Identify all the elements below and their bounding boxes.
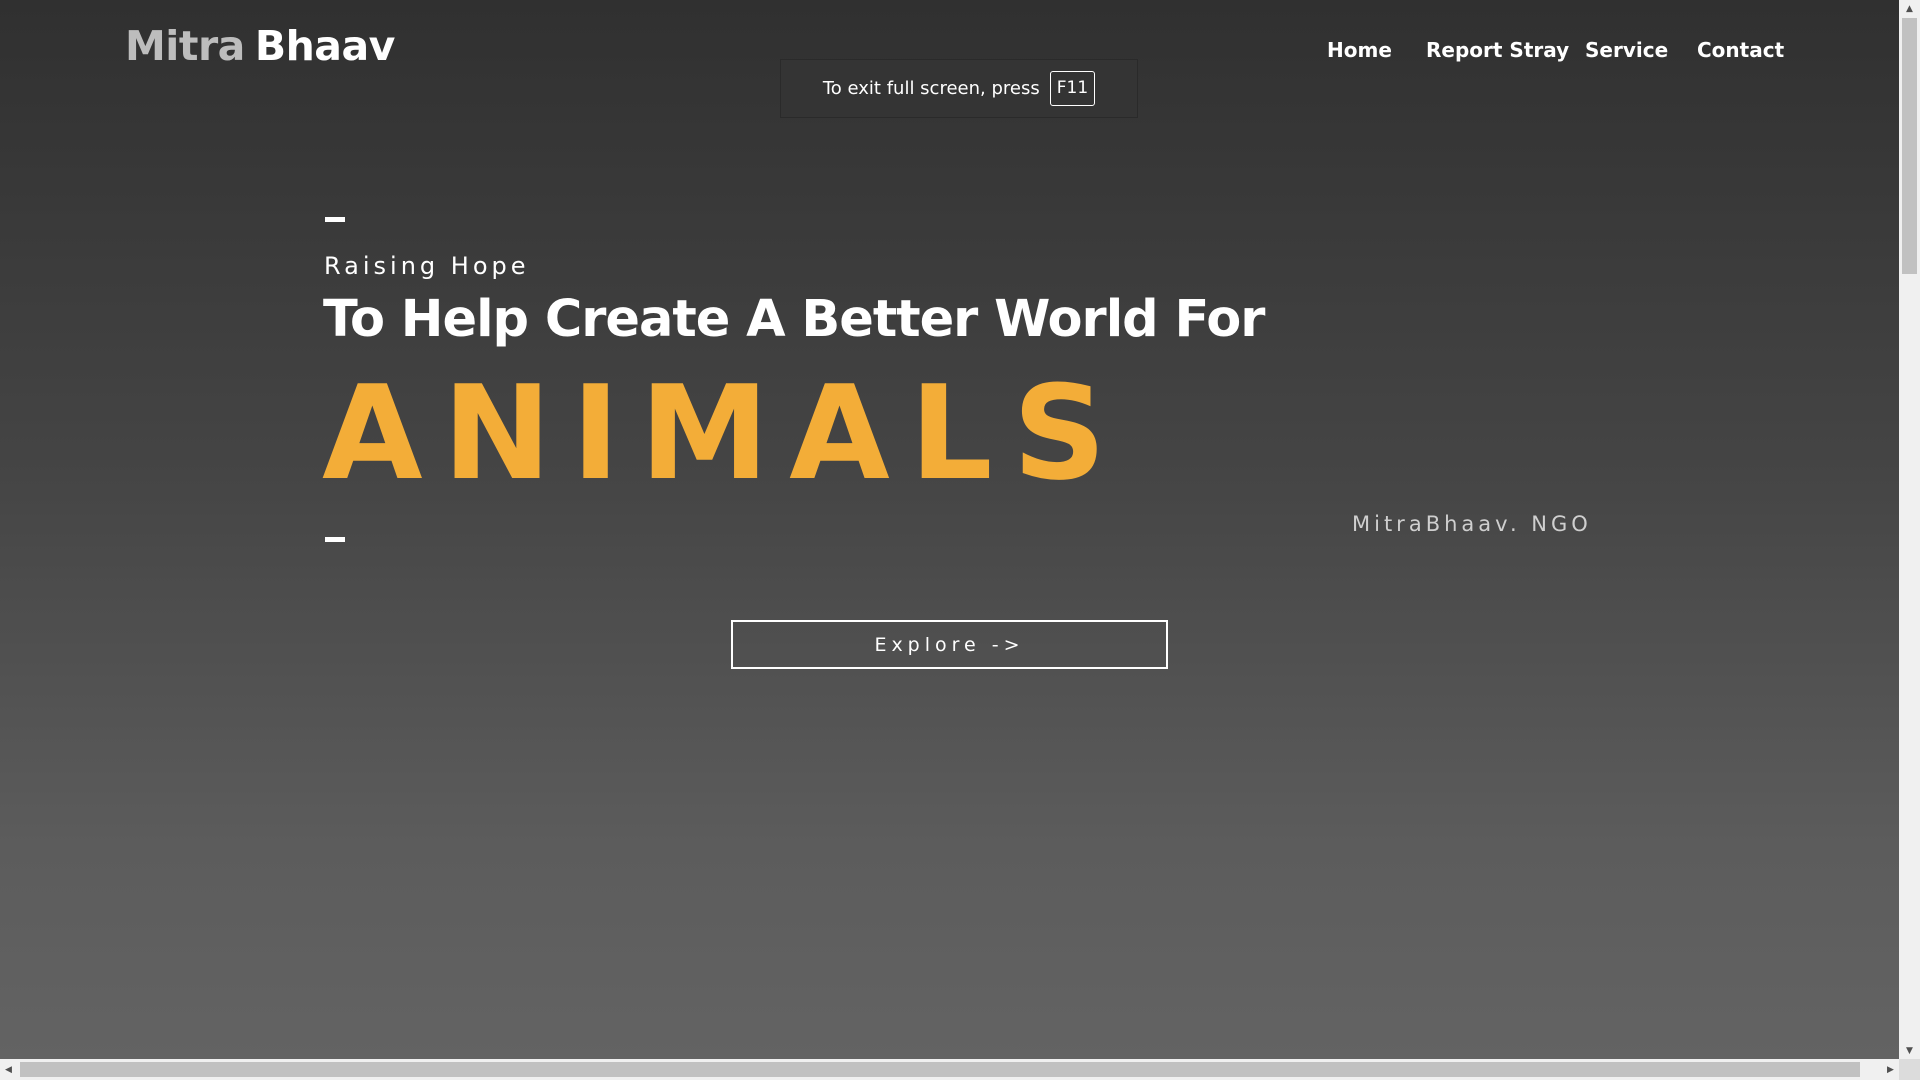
scroll-left-arrow-icon[interactable]: ◀	[0, 1059, 17, 1080]
scrollbar-corner	[1899, 1059, 1920, 1080]
hero-tagline: MitraBhaav. NGO	[1352, 512, 1592, 536]
nav-link-service[interactable]: Service	[1585, 38, 1668, 62]
toast-key-badge: F11	[1049, 71, 1096, 106]
hero-viewport: Mitra Bhaav Home Report Stray Service Con…	[0, 0, 1899, 1059]
horizontal-scroll-thumb[interactable]	[20, 1062, 1860, 1077]
scroll-up-arrow-icon[interactable]: ▲	[1899, 0, 1920, 17]
fullscreen-exit-toast: To exit full screen, press F11	[780, 59, 1138, 118]
scroll-right-arrow-icon[interactable]: ▶	[1882, 1059, 1899, 1080]
hero-highlight-word: ANIMALS	[322, 357, 1127, 509]
horizontal-scrollbar[interactable]: ◀ ▶	[0, 1059, 1899, 1080]
nav-link-contact[interactable]: Contact	[1697, 38, 1784, 62]
explore-button[interactable]: Explore ->	[731, 620, 1168, 669]
browser-page: Mitra Bhaav Home Report Stray Service Con…	[0, 0, 1920, 1080]
nav-link-home[interactable]: Home	[1327, 38, 1392, 62]
hero-eyebrow: Raising Hope	[324, 252, 530, 280]
toast-message: To exit full screen, press	[822, 78, 1040, 99]
hero-headline: To Help Create A Better World For	[323, 290, 1265, 349]
nav-link-report-stray[interactable]: Report Stray	[1426, 38, 1569, 62]
hero-dash-bottom	[325, 537, 345, 542]
scroll-down-arrow-icon[interactable]: ▼	[1899, 1042, 1920, 1059]
vertical-scrollbar[interactable]: ▲ ▼	[1899, 0, 1920, 1059]
vertical-scroll-thumb[interactable]	[1902, 18, 1917, 274]
hero-dash-top	[325, 217, 345, 222]
